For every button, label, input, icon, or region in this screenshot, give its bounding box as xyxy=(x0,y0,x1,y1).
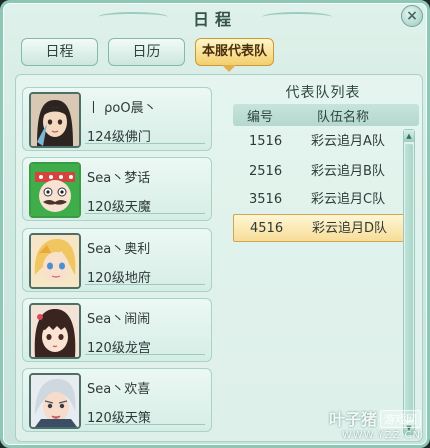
member-name: 丨 ρoO晨丶 xyxy=(87,101,157,116)
watermark-url: WWW.YZZ.CN xyxy=(341,430,421,441)
member-name: Sea丶欢喜 xyxy=(87,382,151,397)
watermark-brand: 叶子猪 xyxy=(328,410,377,429)
team-list: 1516 彩云追月A队 2516 彩云追月B队 3516 彩云追月C队 4516… xyxy=(233,128,405,432)
column-header-name: 队伍名称 xyxy=(317,110,370,125)
column-header-id: 编号 xyxy=(247,110,274,125)
avatar-dark-hair xyxy=(29,92,81,148)
member-level: 120级龙宫 xyxy=(87,341,151,356)
member-card[interactable]: 丨 ρoO晨丶 124级佛门 xyxy=(22,87,212,151)
member-name: Sea丶梦话 xyxy=(87,171,151,186)
title-ornament-left xyxy=(98,12,168,22)
active-tab-pointer xyxy=(222,65,236,72)
member-level: 120级天魔 xyxy=(87,200,151,215)
member-list: 丨 ρoO晨丶 124级佛门 Sea丶梦话 120级天魔 Sea丶奥利 120级… xyxy=(22,87,212,439)
scroll-up-arrow-icon[interactable]: ▲ xyxy=(404,130,414,142)
team-id: 3516 xyxy=(249,192,283,207)
tab-calendar[interactable]: 日历 xyxy=(108,38,185,66)
watermark-tag: 游戏网 xyxy=(380,410,421,428)
team-row[interactable]: 1516 彩云追月A队 xyxy=(233,128,405,156)
member-level: 120级地府 xyxy=(87,271,151,286)
member-card[interactable]: Sea丶闹闹 120级龙宫 xyxy=(22,298,212,362)
team-id: 4516 xyxy=(250,221,284,236)
team-name: 彩云追月B队 xyxy=(311,164,385,179)
title-ornament-right xyxy=(262,12,332,22)
watermark: 叶子猪 游戏网 WWW.YZZ.CN xyxy=(329,406,421,441)
team-table-header: 编号 队伍名称 xyxy=(233,104,419,126)
avatar-mustache-mask xyxy=(29,162,81,218)
team-row[interactable]: 2516 彩云追月B队 xyxy=(233,158,405,186)
tab-server-team[interactable]: 本服代表队 xyxy=(195,38,274,66)
team-row-selected[interactable]: 4516 彩云追月D队 xyxy=(233,214,405,242)
member-card[interactable]: Sea丶欢喜 120级天策 xyxy=(22,368,212,432)
avatar-silver-hair xyxy=(29,373,81,429)
tab-bar: 日程 日历 本服代表队 xyxy=(21,38,274,66)
avatar-blonde xyxy=(29,233,81,289)
window-title: 日程 xyxy=(192,10,237,29)
team-list-title: 代表队列表 xyxy=(285,85,361,101)
schedule-window: 日程 × 日程 日历 本服代表队 丨 ρoO晨丶 124级佛门 Sea丶梦话 1… xyxy=(0,0,430,448)
team-panel: 代表队列表 编号 队伍名称 1516 彩云追月A队 2516 彩云追月B队 35… xyxy=(227,80,419,438)
member-level: 124级佛门 xyxy=(87,130,151,145)
team-row[interactable]: 3516 彩云追月C队 xyxy=(233,186,405,214)
tab-schedule[interactable]: 日程 xyxy=(21,38,98,66)
team-id: 1516 xyxy=(249,134,283,149)
avatar-bangs xyxy=(29,303,81,359)
team-name: 彩云追月D队 xyxy=(312,221,388,236)
title-bar: 日程 × xyxy=(3,3,427,33)
team-name: 彩云追月A队 xyxy=(311,134,385,149)
team-id: 2516 xyxy=(249,164,283,179)
team-name: 彩云追月C队 xyxy=(311,192,386,207)
member-card[interactable]: Sea丶梦话 120级天魔 xyxy=(22,157,212,221)
scroll-thumb[interactable] xyxy=(405,144,413,420)
close-button[interactable]: × xyxy=(401,5,423,27)
team-list-scrollbar[interactable]: ▲ ▼ xyxy=(403,129,415,435)
member-card[interactable]: Sea丶奥利 120级地府 xyxy=(22,228,212,292)
member-name: Sea丶奥利 xyxy=(87,242,151,257)
member-name: Sea丶闹闹 xyxy=(87,312,151,327)
member-level: 120级天策 xyxy=(87,411,151,426)
